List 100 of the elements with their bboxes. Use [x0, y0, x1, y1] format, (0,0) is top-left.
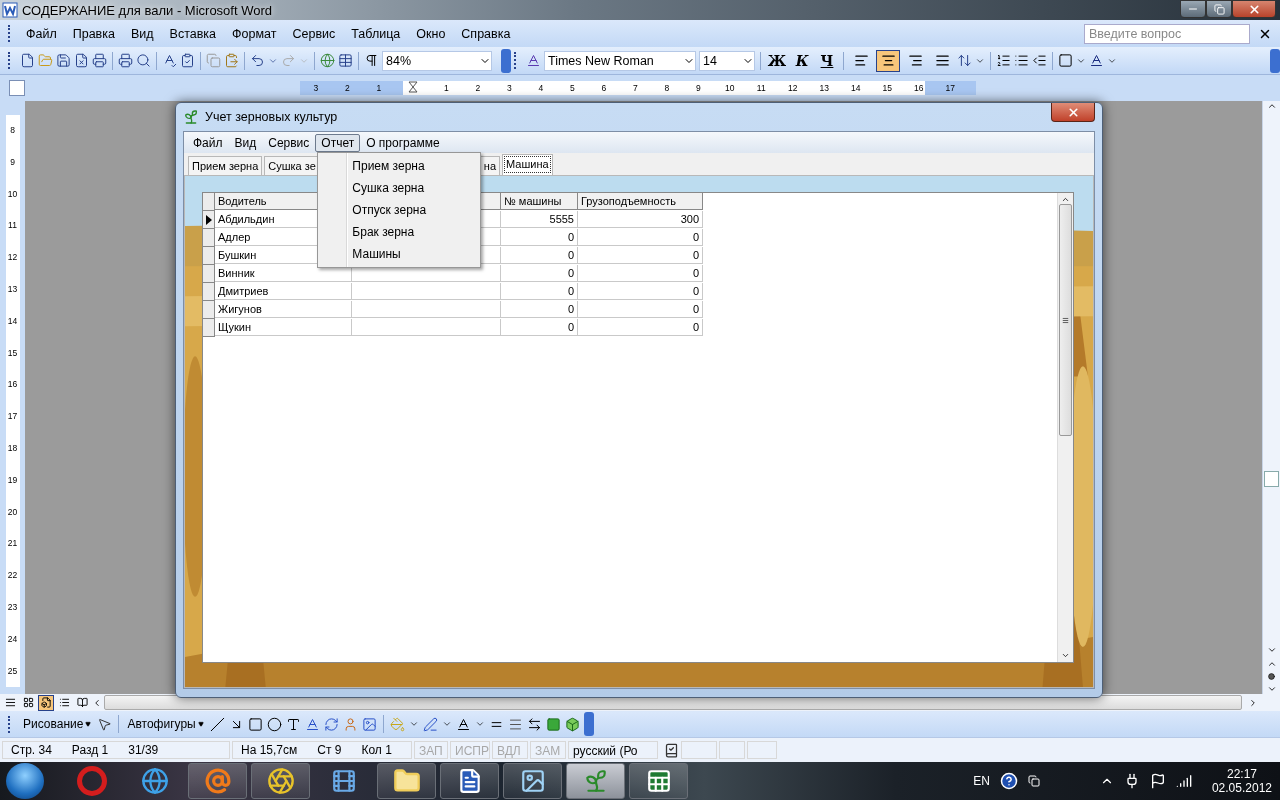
- shadow-icon[interactable]: [545, 716, 561, 732]
- caret-icon[interactable]: [441, 719, 452, 729]
- clock[interactable]: 22:17 02.05.2012: [1211, 767, 1272, 795]
- undo-icon[interactable]: [250, 53, 265, 68]
- scroll-right-icon[interactable]: [1248, 697, 1258, 708]
- tab[interactable]: на: [479, 156, 500, 175]
- scroll-up-icon[interactable]: [1061, 195, 1070, 204]
- rectangle-icon[interactable]: [247, 716, 263, 732]
- drawing-menu[interactable]: Рисование: [21, 717, 94, 731]
- outdent-icon[interactable]: [1032, 53, 1047, 68]
- format-button[interactable]: К: [791, 49, 813, 72]
- menu-item[interactable]: Справка: [454, 23, 518, 44]
- taskbar-button[interactable]: [503, 763, 562, 799]
- menu-item[interactable]: Вид: [228, 133, 263, 152]
- column-header[interactable]: Грузоподъемность: [578, 193, 703, 210]
- status-field[interactable]: русский (Ро: [568, 741, 658, 759]
- pointer-icon[interactable]: [97, 716, 113, 732]
- scroll-up-icon[interactable]: [1266, 101, 1277, 111]
- scrollbar[interactable]: [1057, 193, 1073, 662]
- format-button[interactable]: Ч: [816, 49, 838, 72]
- minimize-button[interactable]: [1180, 0, 1206, 18]
- tab[interactable]: Прием зерна: [188, 156, 263, 175]
- tab-selector[interactable]: [9, 80, 25, 96]
- previous-page-icon[interactable]: [1266, 659, 1277, 669]
- restore-button[interactable]: [1206, 0, 1232, 18]
- picture-icon[interactable]: [361, 716, 377, 732]
- arrow-style-icon[interactable]: [526, 716, 542, 732]
- tab[interactable]: Машина: [502, 154, 553, 175]
- menu-item[interactable]: Сервис: [285, 23, 343, 44]
- help-search-field[interactable]: Введите вопрос: [1084, 23, 1250, 44]
- menu-item[interactable]: Окно: [409, 23, 453, 44]
- menu-item[interactable]: О программе: [360, 133, 446, 152]
- close-button[interactable]: [1232, 0, 1276, 18]
- menu-item[interactable]: Сервис: [262, 133, 316, 152]
- scroll-down-icon[interactable]: [1266, 645, 1277, 655]
- caret-icon[interactable]: [474, 719, 485, 729]
- taskbar-button[interactable]: [251, 763, 310, 799]
- format-button[interactable]: Ж: [766, 49, 788, 72]
- taskbar-button[interactable]: [440, 763, 499, 799]
- hyperlink-icon[interactable]: [320, 53, 335, 68]
- start-button[interactable]: [6, 763, 44, 799]
- document-x-icon[interactable]: [74, 53, 89, 68]
- oval-icon[interactable]: [266, 716, 282, 732]
- print-preview-icon[interactable]: [136, 53, 151, 68]
- borders-icon[interactable]: [1058, 53, 1073, 68]
- line-color-icon[interactable]: [422, 716, 438, 732]
- tab[interactable]: Сушка зе: [264, 156, 320, 175]
- menu-item[interactable]: Вставка: [162, 23, 224, 44]
- font-color-icon[interactable]: [1089, 53, 1104, 68]
- row-header[interactable]: [203, 211, 215, 229]
- table-icon[interactable]: [338, 53, 353, 68]
- font-size-combo[interactable]: 14: [699, 50, 755, 71]
- menu-option[interactable]: Прием зерна: [318, 154, 481, 177]
- bullet-list-icon[interactable]: [1014, 53, 1029, 68]
- close-button[interactable]: [1051, 103, 1095, 122]
- flag-icon[interactable]: [1149, 773, 1166, 789]
- menu-item[interactable]: Таблица: [344, 23, 408, 44]
- zoom-combo[interactable]: 84%: [382, 50, 492, 71]
- fill-color-icon[interactable]: [389, 716, 405, 732]
- scroll-down-icon[interactable]: [1061, 651, 1070, 660]
- line-icon[interactable]: [209, 716, 225, 732]
- toolbar-options-button[interactable]: [583, 712, 594, 736]
- menu-item[interactable]: Формат: [225, 23, 284, 44]
- research-icon[interactable]: [180, 53, 195, 68]
- autoshapes-menu[interactable]: Автофигуры: [125, 717, 206, 731]
- scroll-thumb[interactable]: [1059, 204, 1072, 436]
- menu-item[interactable]: Правка: [65, 23, 122, 44]
- text-box-icon[interactable]: [285, 716, 301, 732]
- column-header[interactable]: № машины: [501, 193, 578, 210]
- save-icon[interactable]: [56, 53, 71, 68]
- view-button[interactable]: [38, 694, 54, 711]
- toolbar-options-button[interactable]: [1270, 48, 1280, 73]
- language-indicator[interactable]: EN: [973, 774, 990, 788]
- font-combo[interactable]: Times New Roman: [544, 50, 696, 71]
- clip-art-icon[interactable]: [342, 716, 358, 732]
- windows-icon[interactable]: [1027, 775, 1040, 787]
- print-icon[interactable]: [118, 53, 133, 68]
- menu-item[interactable]: Файл: [187, 133, 229, 152]
- scroll-left-icon[interactable]: [92, 697, 102, 708]
- help-icon[interactable]: [999, 772, 1018, 790]
- next-page-icon[interactable]: [1266, 684, 1277, 694]
- spelling-icon[interactable]: [162, 53, 177, 68]
- font-color-icon[interactable]: [455, 716, 471, 732]
- align-button[interactable]: [876, 49, 900, 72]
- menu-item[interactable]: Файл: [19, 23, 64, 44]
- styles-icon[interactable]: [526, 53, 541, 68]
- caret-icon[interactable]: [408, 719, 419, 729]
- signal-icon[interactable]: [1175, 773, 1192, 789]
- numbered-list-icon[interactable]: [996, 53, 1011, 68]
- scroll-thumb[interactable]: [1264, 471, 1279, 487]
- menu-item[interactable]: Вид: [123, 23, 161, 44]
- wordart-icon[interactable]: [304, 716, 320, 732]
- pilcrow-icon[interactable]: [364, 53, 379, 68]
- line-spacing-icon[interactable]: [957, 53, 972, 68]
- browse-object-icon[interactable]: [1268, 673, 1275, 680]
- dash-style-icon[interactable]: [507, 716, 523, 732]
- paste-icon[interactable]: [224, 53, 239, 68]
- 3d-icon[interactable]: [564, 716, 580, 732]
- scrollbar[interactable]: [1262, 101, 1280, 694]
- toolbar-options-button[interactable]: [501, 48, 511, 73]
